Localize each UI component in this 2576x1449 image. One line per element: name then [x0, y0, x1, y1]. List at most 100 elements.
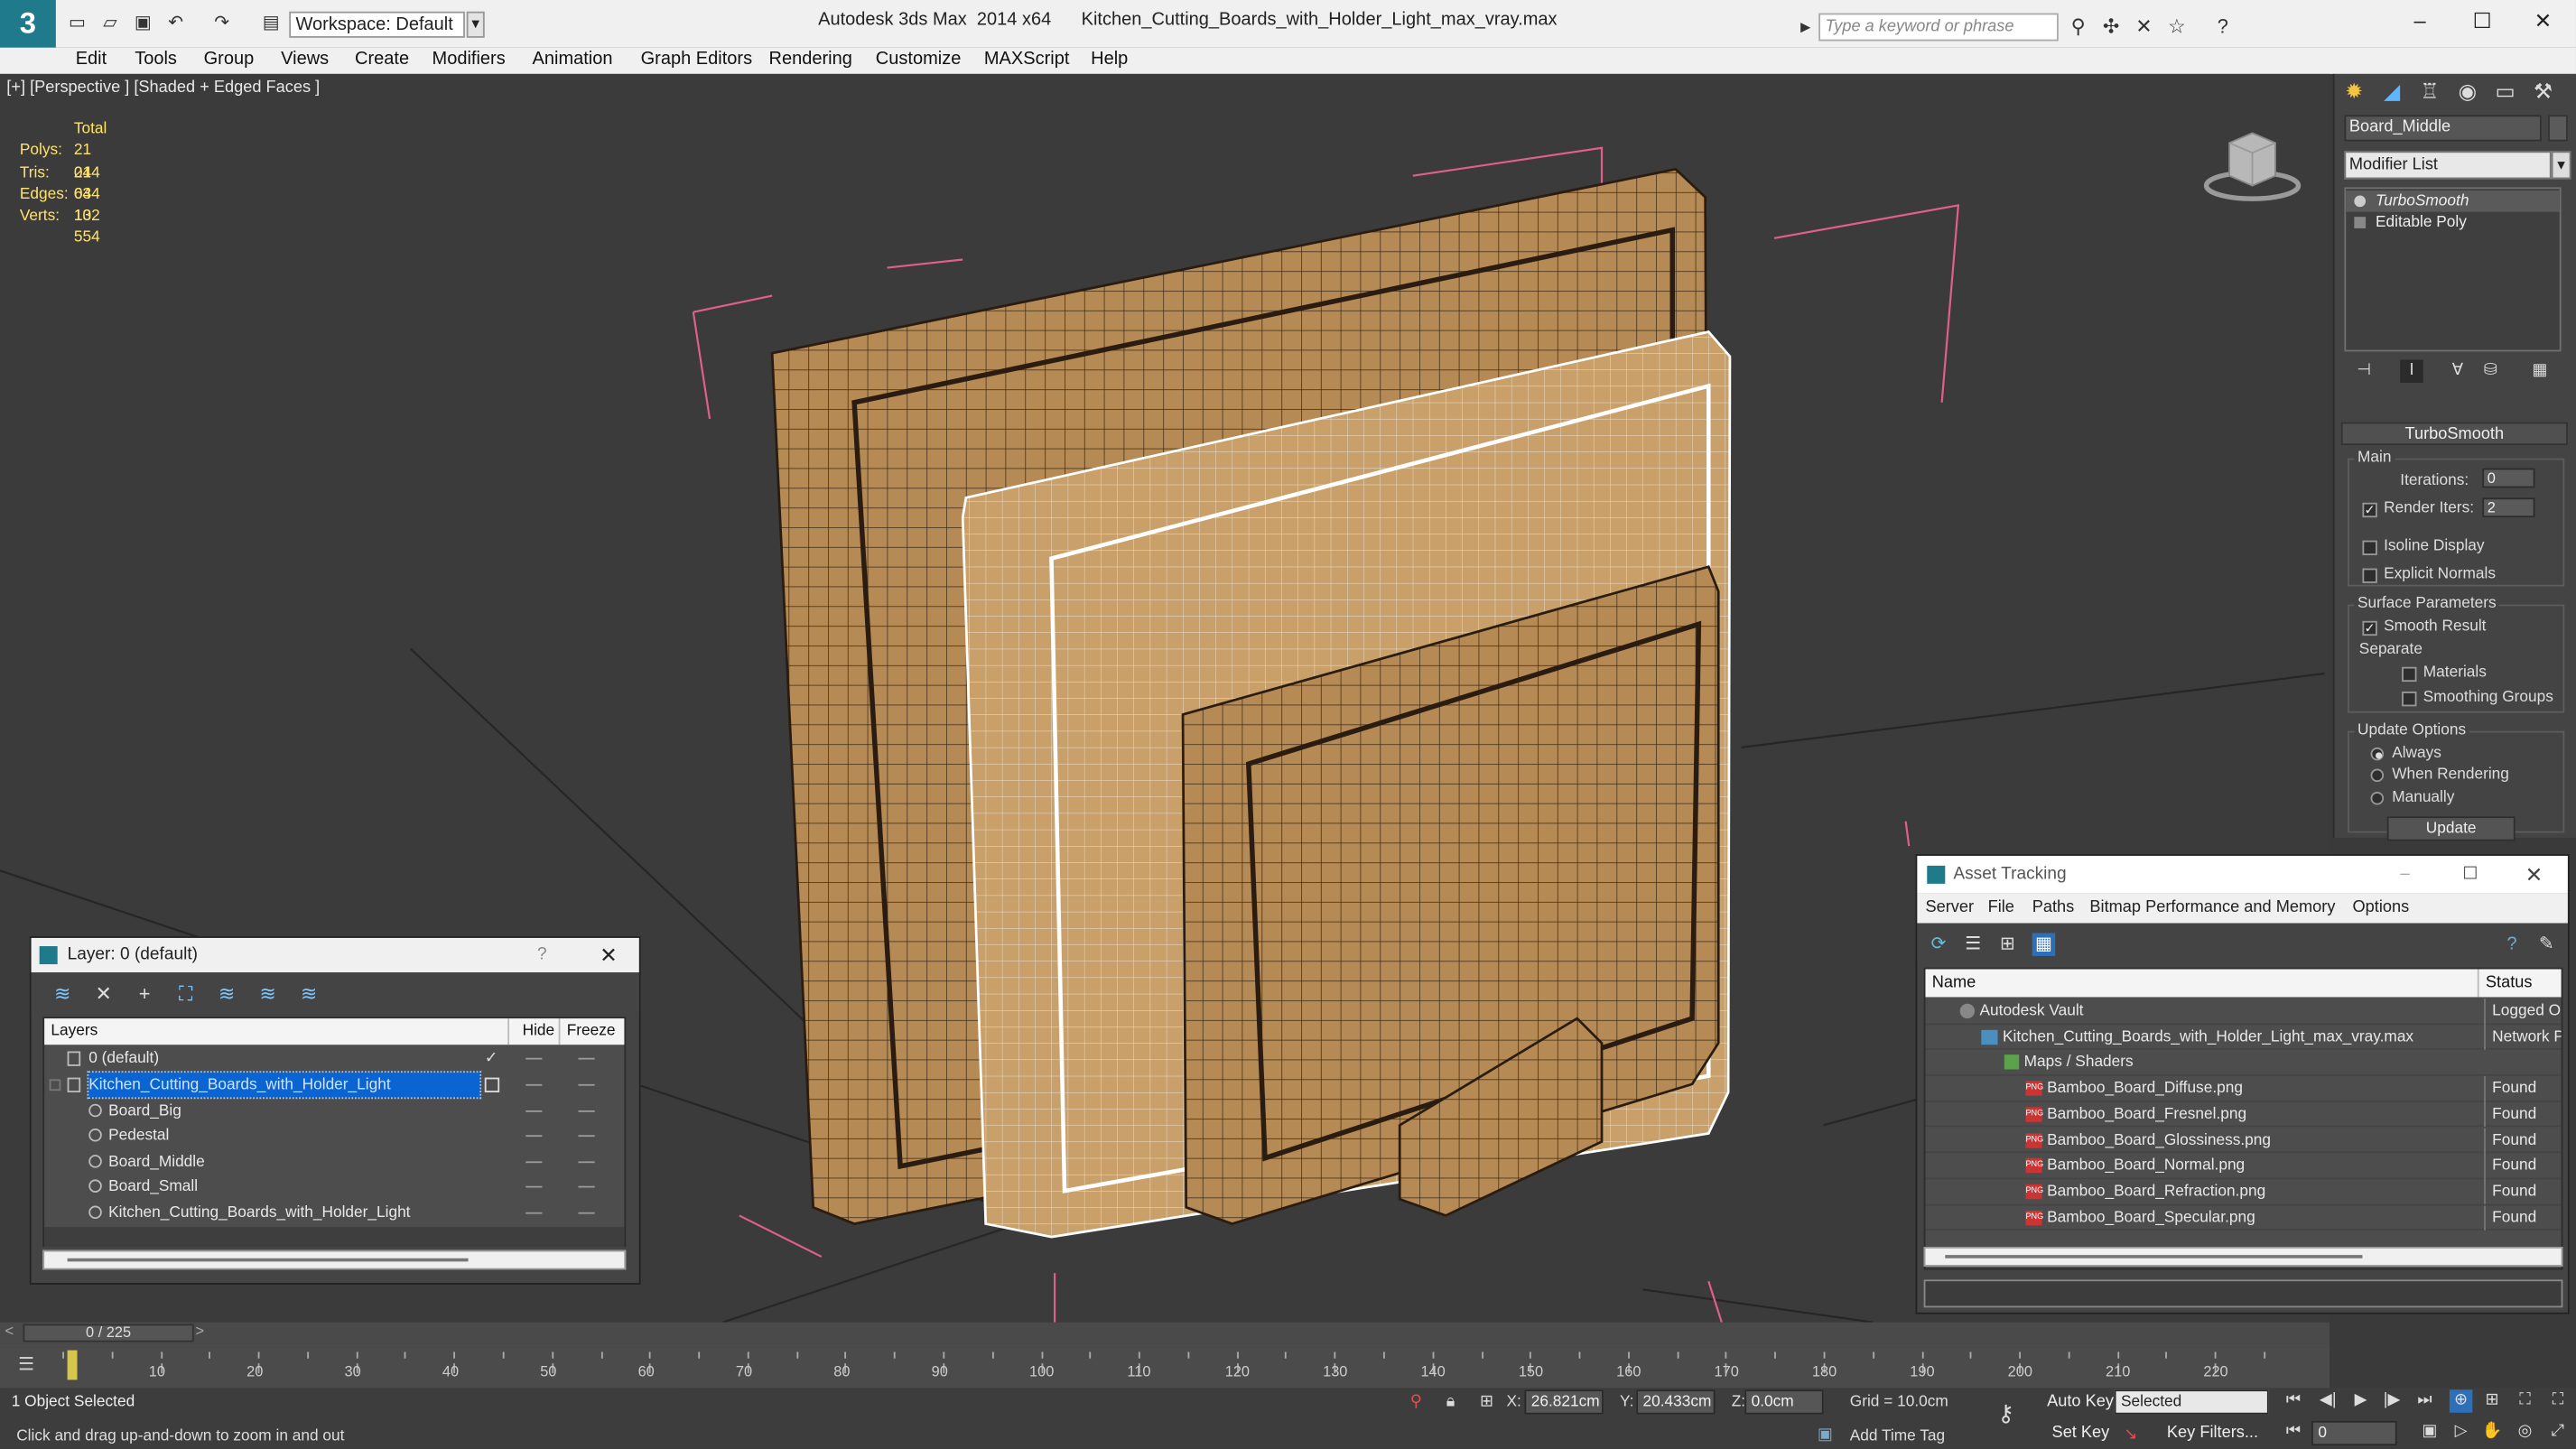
curve-editor-icon[interactable]: ☰ — [14, 1353, 40, 1376]
asset-row[interactable]: PNG Bamboo_Board_Fresnel.png Found — [1925, 1101, 2562, 1129]
key-filters-button[interactable]: Key Filters... — [2167, 1425, 2258, 1443]
asset-row[interactable]: PNG Bamboo_Board_Refraction.png Found — [1925, 1179, 2562, 1205]
freeze-toggle[interactable] — [578, 1110, 595, 1111]
open-file-icon[interactable]: ▱ — [98, 12, 121, 34]
object-name-field[interactable]: Board_Middle — [2344, 115, 2542, 142]
expand-icon[interactable] — [2354, 217, 2367, 228]
hide-toggle[interactable] — [525, 1185, 543, 1188]
next-frame-icon[interactable]: > — [196, 1323, 205, 1339]
minimize-icon[interactable]: – — [2404, 6, 2436, 36]
menu-create[interactable]: Create — [355, 50, 409, 70]
viewcube-icon[interactable] — [2201, 123, 2303, 201]
selection-lock-icon[interactable]: 🔒︎ — [1439, 1391, 1462, 1414]
time-tag-icon[interactable]: ▣ — [1814, 1425, 1837, 1447]
menu-server[interactable]: Server — [1925, 894, 1974, 924]
remove-modifier-icon[interactable]: ⛁ — [2479, 359, 2502, 382]
asset-row[interactable]: PNG Bamboo_Board_Glossiness.png Found — [1925, 1128, 2562, 1154]
object-color-swatch[interactable] — [2548, 115, 2568, 142]
menu-rendering[interactable]: Rendering — [769, 50, 852, 70]
isolate-selection-icon[interactable]: ⚲ — [1405, 1391, 1427, 1414]
highlight-layer-icon[interactable]: ≋ — [215, 982, 237, 1005]
add-time-tag-button[interactable]: Add Time Tag — [1850, 1427, 1945, 1445]
table-view-icon[interactable]: ▦ — [2032, 933, 2056, 956]
tree-view-icon[interactable]: ⊞ — [1996, 933, 2019, 955]
z-coordinate-field[interactable]: 0.0cm — [1744, 1389, 1824, 1415]
close-icon[interactable]: ✕ — [2526, 6, 2559, 36]
layer-row[interactable]: Board_Small — [44, 1175, 624, 1200]
hide-toggle[interactable] — [525, 1110, 543, 1111]
rollout-title[interactable]: TurboSmooth — [2340, 422, 2568, 446]
binoculars-icon[interactable]: ⚲ — [2067, 14, 2089, 37]
menu-bitmap-performance[interactable]: Bitmap Performance and Memory — [2089, 894, 2335, 924]
asset-row[interactable]: PNG Bamboo_Board_Normal.png Found — [1925, 1153, 2562, 1180]
zoom-extents-icon[interactable]: ⛶ — [2514, 1389, 2536, 1412]
new-file-icon[interactable]: ▭ — [66, 12, 88, 34]
next-key-icon[interactable]: |▶ — [2380, 1389, 2403, 1412]
stack-item-editable-poly[interactable]: Editable Poly — [2346, 212, 2560, 234]
absolute-mode-icon[interactable]: ⊞ — [1475, 1391, 1498, 1414]
stack-item-turbosmooth[interactable]: TurboSmooth — [2346, 190, 2560, 212]
menu-group[interactable]: Group — [204, 50, 255, 70]
menu-modifiers[interactable]: Modifiers — [432, 50, 506, 70]
frame-ruler[interactable]: 10 20 30 40 50 60 70 80 90 100 110 120 130 140 150 160 1… — [62, 1343, 2266, 1388]
menu-maxscript[interactable]: MAXScript — [984, 50, 1070, 70]
subscription-icon[interactable]: ✣ — [2099, 14, 2122, 37]
asset-row[interactable]: Autodesk Vault Logged Ou — [1925, 999, 2562, 1025]
configure-sets-icon[interactable]: ▦ — [2528, 359, 2551, 382]
field-of-view-icon[interactable]: ▷ — [2450, 1421, 2472, 1444]
viewport-label[interactable]: [+] [Perspective ] [Shaded + Edged Faces… — [6, 79, 320, 97]
freeze-toggle[interactable] — [578, 1185, 595, 1188]
freeze-toggle[interactable] — [578, 1135, 595, 1138]
freeze-toggle[interactable] — [578, 1057, 595, 1060]
asset-row[interactable]: Kitchen_Cutting_Boards_with_Holder_Light… — [1925, 1024, 2562, 1051]
select-in-layer-icon[interactable]: ⛶ — [174, 982, 197, 1005]
display-tab-icon[interactable]: ▭ — [2490, 78, 2520, 107]
set-current-layer-icon[interactable] — [484, 1077, 500, 1092]
maximize-icon[interactable]: ☐ — [2466, 6, 2498, 36]
materials-checkbox[interactable] — [2402, 666, 2417, 683]
key-set-select[interactable]: Selected — [2114, 1389, 2269, 1415]
project-folder-icon[interactable]: ▤ — [259, 12, 282, 34]
scrollbar-thumb[interactable] — [1945, 1255, 2363, 1259]
asset-tracking-title[interactable]: Asset Tracking – ☐ ✕ — [1917, 855, 2568, 894]
modify-tab-icon[interactable]: ◢ — [2377, 78, 2407, 107]
menu-file[interactable]: File — [1988, 894, 2014, 924]
update-button[interactable]: Update — [2386, 816, 2516, 841]
layer-dialog-title[interactable]: Layer: 0 (default) ? ✕ — [31, 937, 639, 973]
collapse-icon[interactable] — [49, 1079, 61, 1091]
isoline-display-checkbox[interactable] — [2362, 540, 2377, 555]
iterations-spinner[interactable]: 0 — [2482, 468, 2535, 488]
modifier-list-select[interactable]: Modifier List — [2344, 151, 2552, 180]
smoothing-groups-checkbox[interactable] — [2402, 692, 2417, 707]
y-coordinate-field[interactable]: 20.433cm — [1636, 1389, 1716, 1415]
zoom-all-icon[interactable]: ⊞ — [2480, 1389, 2503, 1412]
add-to-layer-icon[interactable]: + — [133, 982, 155, 1005]
layer-row[interactable]: 0 (default) ✓ — [44, 1046, 624, 1072]
scrollbar-thumb[interactable] — [67, 1258, 469, 1262]
time-slider-thumb[interactable]: 0 / 225 — [23, 1324, 194, 1342]
name-column-header[interactable]: Name — [1932, 970, 1976, 998]
go-to-end-icon[interactable]: ⏭ — [2413, 1389, 2436, 1412]
time-slider[interactable]: < 0 / 225 > — [0, 1322, 2330, 1344]
motion-tab-icon[interactable]: ◉ — [2453, 78, 2483, 107]
help-icon[interactable]: ? — [2211, 14, 2234, 37]
help-button[interactable]: ? — [537, 938, 547, 972]
menu-views[interactable]: Views — [281, 50, 329, 70]
asset-row[interactable]: PNG Bamboo_Board_Diffuse.png Found — [1925, 1075, 2562, 1102]
play-icon[interactable]: ▶ — [2349, 1389, 2372, 1412]
layer-horizontal-scrollbar[interactable] — [42, 1249, 627, 1270]
render-iters-checkbox[interactable]: ✓ — [2362, 502, 2377, 518]
layer-row[interactable]: Board_Middle — [44, 1149, 624, 1175]
layer-row[interactable]: Pedestal — [44, 1124, 624, 1149]
track-bar[interactable]: ☰ 10 20 30 40 50 60 70 80 90 100 110 120 130 140 150 16… — [0, 1343, 2330, 1389]
hide-column-header[interactable]: Hide — [523, 1018, 555, 1045]
current-frame-field[interactable]: 0 — [2311, 1420, 2397, 1446]
redo-icon[interactable]: ↷ — [210, 12, 233, 34]
current-layer-check-icon[interactable]: ✓ — [485, 1046, 498, 1071]
menu-edit[interactable]: Edit — [76, 50, 107, 70]
render-iters-spinner[interactable]: 2 — [2482, 497, 2535, 518]
undo-icon[interactable]: ↶ — [164, 12, 187, 34]
create-tab-icon[interactable]: ✹ — [2339, 78, 2369, 107]
menu-paths[interactable]: Paths — [2032, 894, 2075, 924]
auto-key-button[interactable]: Auto Key — [2047, 1393, 2114, 1411]
